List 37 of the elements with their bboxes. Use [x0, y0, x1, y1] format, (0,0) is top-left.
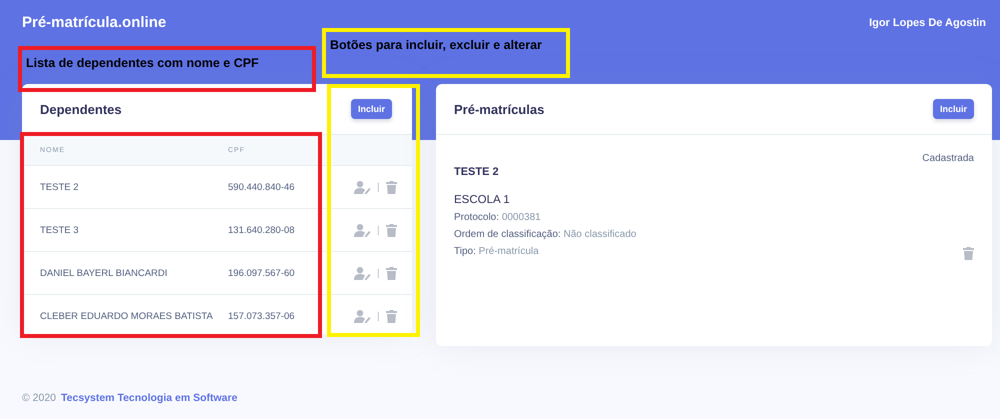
name-cell: DANIEL BAYERL BIANCARDI: [40, 268, 168, 278]
name-cell: CLEBER EDUARDO MORAES BATISTA: [40, 310, 213, 322]
user-name[interactable]: Igor Lopes De Agostin: [869, 16, 986, 28]
cpf-cell: 196.097.567-60: [228, 268, 295, 278]
brand-title[interactable]: Pré-matrícula.online: [22, 14, 166, 31]
cpf-cell: 157.073.357-06: [228, 310, 295, 322]
detail-line: Tipo: Pré-matrícula: [454, 245, 540, 259]
trash-icon[interactable]: [963, 247, 974, 260]
trash-icon[interactable]: [386, 180, 397, 194]
name-cell: TESTE 2: [40, 182, 79, 192]
edit-user-icon[interactable]: [354, 180, 371, 194]
edit-user-icon[interactable]: [354, 224, 371, 236]
add-button[interactable]: Incluir: [932, 99, 974, 119]
cpf-cell: 131.640.280-08: [228, 224, 295, 236]
detail-line: Protocolo: 0000381: [454, 211, 542, 225]
copyright-text: © 2020: [22, 392, 56, 404]
separator: |: [377, 310, 380, 322]
status-label: Cadastrada: [922, 153, 974, 164]
separator: |: [377, 182, 380, 192]
trash-icon[interactable]: [386, 224, 397, 236]
card-title: Pré-matrículas: [454, 102, 544, 116]
add-button[interactable]: Incluir: [350, 99, 392, 119]
student-name: TESTE 2: [454, 166, 500, 178]
edit-user-icon[interactable]: [354, 266, 371, 280]
company-link[interactable]: Tecsystem Tecnologia em Software: [61, 392, 238, 404]
trash-icon[interactable]: [386, 266, 397, 280]
trash-icon[interactable]: [386, 310, 397, 322]
annotation-label: Lista de dependentes com nome e CPF: [26, 56, 259, 70]
edit-user-icon[interactable]: [354, 310, 371, 322]
separator: |: [377, 268, 380, 278]
school-name: ESCOLA 1: [454, 194, 511, 206]
cpf-cell: 590.440.840-46: [228, 182, 295, 192]
card-title: Dependentes: [40, 102, 122, 116]
annotation-label: Botões para incluir, excluir e alterar: [330, 38, 542, 52]
separator: |: [377, 224, 380, 236]
detail-line: Ordem de classificação: Não classificado: [454, 228, 636, 242]
name-cell: TESTE 3: [40, 224, 79, 236]
